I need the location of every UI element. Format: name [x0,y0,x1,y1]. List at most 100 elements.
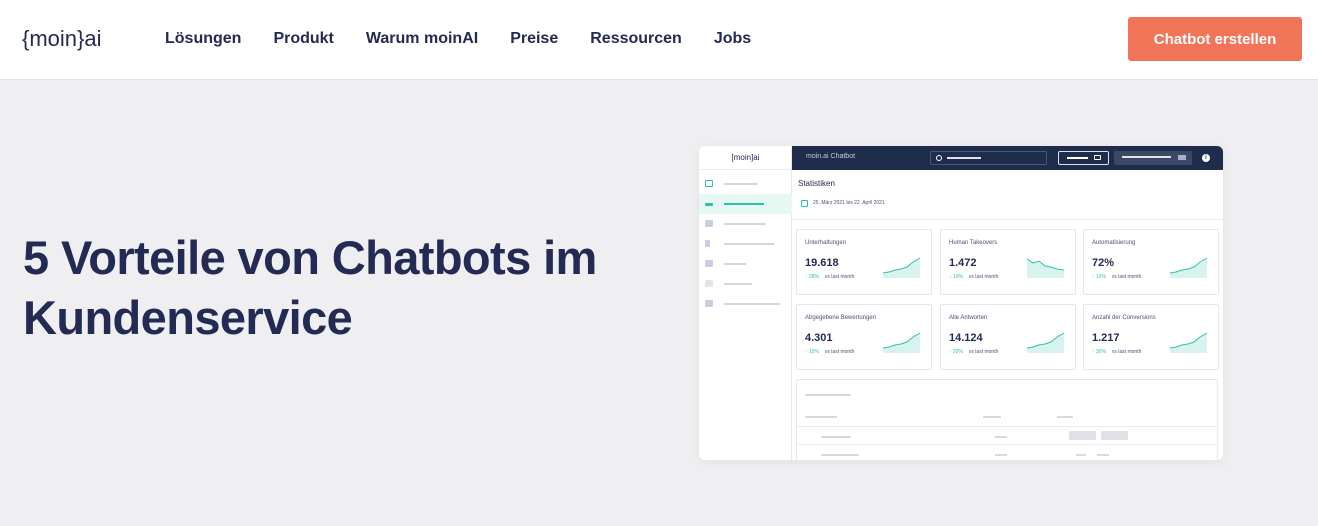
placeholder-line [1076,454,1086,456]
main-nav: Lösungen Produkt Warum moinAI Preise Res… [165,0,783,78]
placeholder-line [983,416,1001,418]
mockup-side-logo: [moin]ai [699,146,792,170]
chat-bubble-icon [1094,155,1101,160]
stat-card-delta-value: ↑ 28% [805,274,819,280]
placeholder-line [724,283,752,285]
placeholder-line [1067,157,1088,159]
flag-icon [1178,155,1186,160]
mockup-sidebar-item [699,174,792,194]
stat-card-label: Alle Antworten [949,315,988,321]
placeholder-line [724,203,764,205]
placeholder-line [805,394,851,396]
placeholder-line [724,303,780,305]
chart-icon [705,203,713,206]
stat-card-delta: ↑ 15% vs last month [805,349,854,355]
placeholder-line [995,454,1007,456]
stat-card-comparison: vs last month [1111,274,1142,280]
mockup-search-field [930,151,1047,165]
stat-card: Abgegebene Bewertungen 4.301 ↑ 15% vs last … [796,304,932,370]
stat-card-delta-value: ↑ 30% [1092,349,1106,355]
stat-card-label: Anzahl der Conversions [1092,315,1156,321]
stat-card-value: 1.472 [949,257,977,269]
nav-item-preise[interactable]: Preise [510,30,558,48]
mockup-topbar: moin.ai Chatbot i [792,146,1223,170]
placeholder-line [821,436,851,438]
stat-card-delta-value: ↓ 10% [949,274,963,280]
stat-card-label: Automatisierung [1092,240,1136,246]
mockup-top-title: moin.ai Chatbot [806,153,856,160]
stat-card-value: 72% [1092,257,1115,269]
calendar-icon [801,200,808,207]
placeholder-line [821,454,859,456]
placeholder-line [1057,416,1073,418]
stat-card-value: 4.301 [805,332,833,344]
stat-card-delta: ↑ 30% vs last month [1092,349,1141,355]
sparkline-chart-icon [1027,258,1065,278]
stat-card-value: 1.217 [1092,332,1120,344]
nav-item-produkt[interactable]: Produkt [273,30,333,48]
divider [792,219,1223,220]
stat-card-comparison: vs last month [968,274,999,280]
stat-card-delta-value: ↑ 20% [949,349,963,355]
chatbot-erstellen-button[interactable]: Chatbot erstellen [1128,17,1302,61]
nav-item-jobs[interactable]: Jobs [714,30,751,48]
table-row-divider [797,444,1217,445]
moinai-logo[interactable]: {moin}ai [22,25,122,59]
stat-card-label: Abgegebene Bewertungen [805,315,877,321]
sparkline-chart-icon [1170,332,1208,353]
placeholder-line [995,436,1007,438]
sparkline-chart-icon [883,332,921,353]
stat-card-comparison: vs last month [824,349,855,355]
dashboard-mockup-image: [moin]ai moin.ai Chatbot i Statistiken 2… [699,146,1223,460]
stat-card-label: Unterhaltungen [805,240,847,246]
stat-card-delta: ↓ 10% vs last month [949,274,998,280]
graduation-cap-icon [705,300,713,307]
placeholder-line [1097,454,1109,456]
logo-text: {moin}ai [22,26,102,51]
hero-title: 5 Vorteile von Chatbots im Kundenservice [23,231,597,344]
mockup-sidebar: [moin]ai [699,146,792,460]
mockup-table [796,379,1218,460]
mockup-dropdown [1114,151,1192,165]
stat-card-comparison: vs last month [1111,349,1142,355]
flow-icon [705,240,710,247]
stat-card-delta-value: ↑ 15% [805,349,819,355]
placeholder-line [724,183,758,185]
search-icon [936,155,942,161]
stat-card: Anzahl der Conversions 1.217 ↑ 30% vs last … [1083,304,1219,370]
stat-card: Human Takeovers 1.472 ↓ 10% vs last month [940,229,1076,295]
placeholder-line [724,263,746,265]
stat-card-label: Human Takeovers [949,240,998,246]
mockup-sidebar-item-active [699,194,792,214]
nav-item-warum-moinai[interactable]: Warum moinAI [366,30,478,48]
mockup-stats-title: Statistiken [798,179,835,188]
sparkline-area [1027,259,1064,278]
placeholder-line [1122,156,1171,158]
sparkline-chart-icon [883,257,921,278]
chat-icon [705,220,713,227]
stat-card-comparison: vs last month [968,349,999,355]
table-row-divider [797,426,1217,427]
placeholder-line [805,416,837,418]
placeholder-line [724,223,766,225]
stat-card-delta: ↑ 10% vs last month [1092,274,1141,280]
stat-card: Alle Antworten 14.124 ↑ 20% vs last month [940,304,1076,370]
placeholder-line [724,243,774,245]
site-header: {moin}ai Lösungen Produkt Warum moinAI P… [0,0,1318,80]
stat-card-value: 14.124 [949,332,983,344]
mockup-sidebar-item [699,294,792,314]
stat-card-delta-value: ↑ 10% [1092,274,1106,280]
stat-card-comparison: vs last month [824,274,855,280]
stat-card: Automatisierung 72% ↑ 10% vs last month [1083,229,1219,295]
mockup-sidebar-item [699,214,792,234]
nav-item-loesungen[interactable]: Lösungen [165,30,241,48]
mockup-sidebar-item [699,254,792,274]
mockup-sidebar-item [699,234,792,254]
stat-card-delta: ↑ 20% vs last month [949,349,998,355]
nav-item-ressourcen[interactable]: Ressourcen [590,30,682,48]
mockup-button [1058,151,1109,165]
grid-icon [705,280,713,287]
stat-card-delta: ↑ 28% vs last month [805,274,854,280]
placeholder-line [947,157,981,159]
mockup-sidebar-item [699,274,792,294]
